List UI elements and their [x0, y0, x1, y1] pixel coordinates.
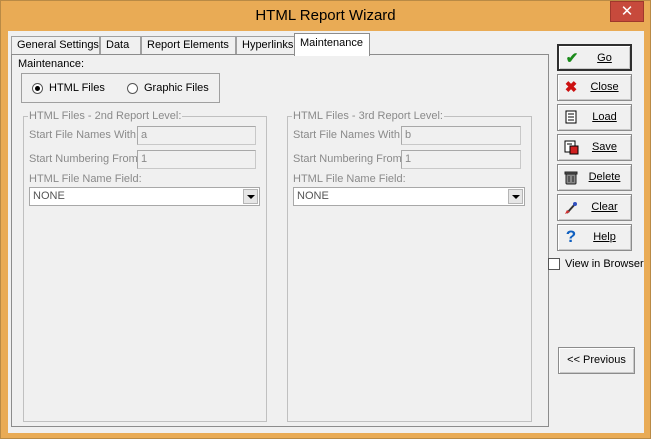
client-area: General Settings Data Report Elements Hy…	[8, 31, 644, 433]
html-files-radio-label[interactable]: HTML Files	[49, 82, 105, 94]
level3-name-field-value: NONE	[297, 190, 329, 202]
chevron-down-icon[interactable]	[508, 189, 523, 204]
chevron-down-icon[interactable]	[243, 189, 258, 204]
view-in-browser-label[interactable]: View in Browser	[565, 258, 644, 270]
wizard-window: HTML Report Wizard ✕ General Settings Da…	[0, 0, 651, 439]
level3-group-title: HTML Files - 3rd Report Level:	[292, 110, 444, 122]
level2-start-names-label: Start File Names With:	[29, 129, 140, 141]
graphic-files-radio-label[interactable]: Graphic Files	[144, 82, 209, 94]
title-bar[interactable]: HTML Report Wizard ✕	[1, 1, 650, 31]
level2-name-field-value: NONE	[33, 190, 65, 202]
tab-data[interactable]: Data	[100, 36, 141, 55]
clear-button-label: Clear	[591, 201, 618, 213]
maintenance-panel: Maintenance: HTML Files Graphic Files HT…	[11, 54, 549, 427]
level2-name-field-label: HTML File Name Field:	[29, 173, 142, 185]
close-button[interactable]: ✖ Close	[557, 74, 632, 101]
graphic-files-radio[interactable]	[127, 83, 138, 94]
help-button[interactable]: ? Help	[557, 224, 632, 251]
level3-start-numbering-label: Start Numbering From:	[293, 153, 405, 165]
tab-hyperlinks[interactable]: Hyperlinks	[236, 36, 295, 55]
level2-group: HTML Files - 2nd Report Level: Start Fil…	[23, 110, 267, 422]
maintenance-label: Maintenance:	[18, 58, 85, 70]
window-title: HTML Report Wizard	[255, 7, 396, 24]
load-button-label: Load	[592, 111, 617, 123]
close-button-label: Close	[590, 81, 619, 93]
delete-button[interactable]: Delete	[557, 164, 632, 191]
level3-group: HTML Files - 3rd Report Level: Start Fil…	[287, 110, 532, 422]
level2-group-title: HTML Files - 2nd Report Level:	[28, 110, 183, 122]
level3-name-field-select[interactable]: NONE	[293, 187, 525, 206]
file-type-radio-group: HTML Files Graphic Files	[21, 73, 220, 103]
level2-start-numbering-input[interactable]: 1	[137, 150, 256, 169]
level3-start-names-input[interactable]: b	[401, 126, 521, 145]
level3-start-numbering-input[interactable]: 1	[401, 150, 521, 169]
tab-general-settings[interactable]: General Settings	[11, 36, 100, 55]
level2-name-field-select[interactable]: NONE	[29, 187, 260, 206]
view-in-browser-checkbox[interactable]	[548, 258, 560, 270]
tab-report-elements[interactable]: Report Elements	[141, 36, 236, 55]
save-button-label: Save	[591, 141, 618, 153]
delete-button-label: Delete	[588, 171, 621, 183]
level3-start-names-label: Start File Names With:	[293, 129, 404, 141]
level2-start-names-input[interactable]: a	[137, 126, 256, 145]
level2-start-numbering-label: Start Numbering From:	[29, 153, 141, 165]
level3-name-field-label: HTML File Name Field:	[293, 173, 406, 185]
go-button[interactable]: ✔ Go	[557, 44, 632, 71]
html-files-radio[interactable]	[32, 83, 43, 94]
window-close-button[interactable]: ✕	[610, 1, 644, 22]
clear-button[interactable]: Clear	[557, 194, 632, 221]
tab-maintenance[interactable]: Maintenance	[294, 33, 370, 56]
help-button-label: Help	[593, 231, 616, 243]
previous-button[interactable]: << Previous	[558, 347, 635, 374]
save-button[interactable]: Save	[557, 134, 632, 161]
go-button-label: Go	[597, 52, 612, 64]
load-button[interactable]: Load	[557, 104, 632, 131]
